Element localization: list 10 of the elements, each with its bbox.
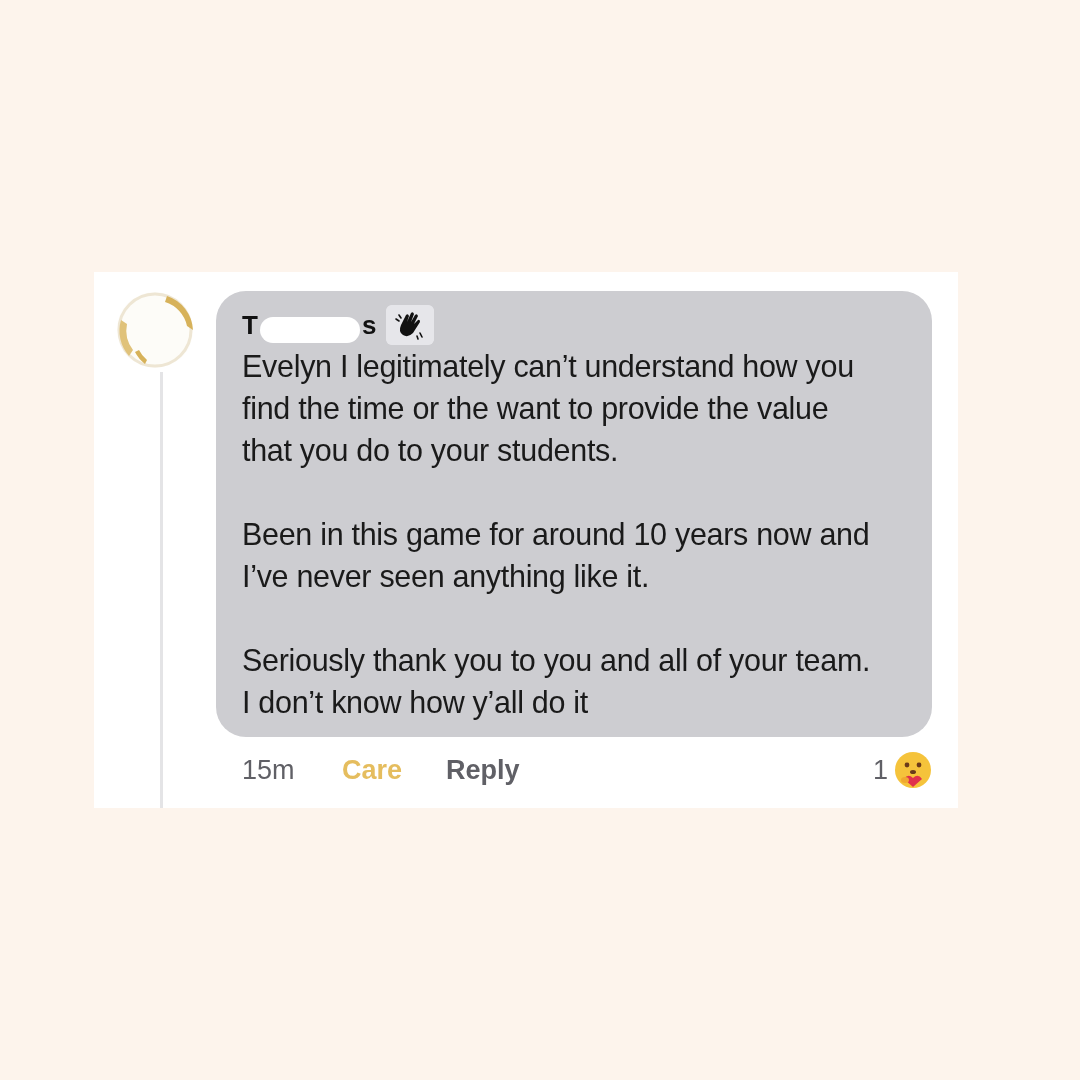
avatar[interactable] xyxy=(115,290,195,370)
comment-text: Evelyn I legitimately can’t understand how you find the time or the want to provide the value that you do to your students. xyxy=(242,348,855,470)
hugging-emoji-icon xyxy=(894,751,932,789)
reply-button[interactable]: Reply xyxy=(446,754,520,786)
timestamp: 15m xyxy=(242,754,296,786)
author-name[interactable]: T xyxy=(242,309,258,341)
comment-text: Seriously thank you to you and all of your team. I don’t know how y’all do it xyxy=(242,642,872,722)
reaction-count[interactable]: 1 xyxy=(872,754,888,786)
author-name[interactable]: s xyxy=(361,309,377,341)
comment-text: Been in this game for around 10 years now and I’ve never seen anything like it. xyxy=(242,516,871,596)
